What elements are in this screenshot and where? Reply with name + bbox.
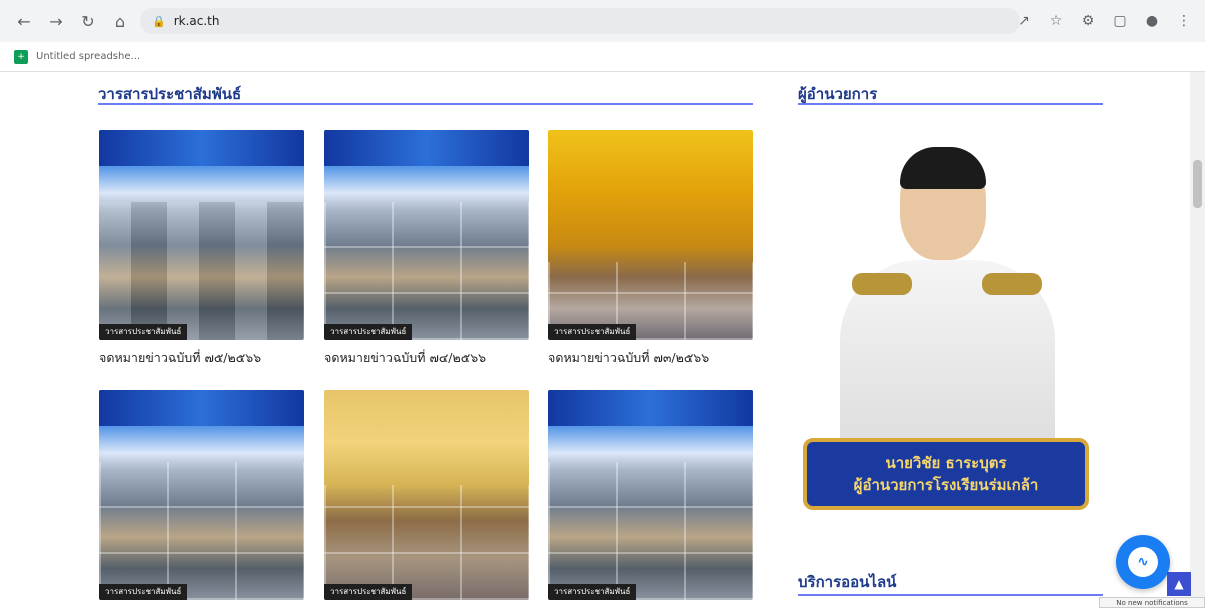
epaulet-right	[982, 273, 1042, 295]
news-card[interactable]: วารสารประชาสัมพันธ์ จดหมายข่าวฉบับที่ ๗๕…	[99, 130, 304, 368]
thumb-banner	[324, 130, 529, 166]
bookmarks-bar: + Untitled spreadshe...	[0, 42, 1205, 72]
thumb-photos	[548, 462, 753, 600]
home-icon[interactable]: ⌂	[106, 7, 134, 35]
thumb-banner	[99, 390, 304, 426]
director-name: นายวิชัย ธาระบุตร	[885, 454, 1007, 472]
profile-icon[interactable]: ●	[1139, 8, 1165, 34]
news-card[interactable]: วารสารประชาสัมพันธ์ จดหมายข่าวฉบับที่ ๗๔…	[324, 130, 529, 368]
category-badge: วารสารประชาสัมพันธ์	[324, 324, 413, 340]
news-thumbnail[interactable]: วารสารประชาสัมพันธ์	[548, 390, 753, 600]
director-position: ผู้อำนวยการโรงเรียนร่มเกล้า	[853, 476, 1039, 494]
news-card[interactable]: วารสารประชาสัมพันธ์	[324, 390, 529, 600]
messenger-chat-button[interactable]: ∿	[1116, 535, 1170, 589]
sidepanel-icon[interactable]: ▢	[1107, 8, 1133, 34]
address-bar[interactable]: 🔒 rk.ac.th	[140, 8, 1020, 34]
star-icon[interactable]: ☆	[1043, 8, 1069, 34]
thumb-photos	[99, 462, 304, 600]
director-nameplate: นายวิชัย ธาระบุตร ผู้อำนวยการโรงเรียนร่ม…	[803, 438, 1089, 510]
news-thumbnail[interactable]: วารสารประชาสัมพันธ์	[99, 390, 304, 600]
portrait-hair	[900, 147, 986, 189]
messenger-icon: ∿	[1128, 547, 1158, 577]
news-underline	[98, 103, 753, 105]
forward-icon[interactable]: →	[42, 7, 70, 35]
news-caption[interactable]: จดหมายข่าวฉบับที่ ๗๔/๒๕๖๖	[324, 348, 529, 368]
news-thumbnail[interactable]: วารสารประชาสัมพันธ์	[548, 130, 753, 340]
page-scrollbar[interactable]	[1190, 72, 1205, 608]
news-caption[interactable]: จดหมายข่าวฉบับที่ ๗๓/๒๕๖๖	[548, 348, 753, 368]
category-badge: วารสารประชาสัมพันธ์	[548, 324, 637, 340]
thumb-banner	[548, 390, 753, 426]
lock-icon: 🔒	[152, 14, 166, 28]
share-icon[interactable]: ↗	[1011, 8, 1037, 34]
news-card[interactable]: วารสารประชาสัมพันธ์	[99, 390, 304, 600]
page-content: วารสารประชาสัมพันธ์ ผู้อำนวยการ วารสารปร…	[0, 72, 1190, 608]
thumb-photos	[324, 485, 529, 600]
extensions-icon[interactable]: ⚙	[1075, 8, 1101, 34]
reload-icon[interactable]: ↻	[74, 7, 102, 35]
news-thumbnail[interactable]: วารสารประชาสัมพันธ์	[324, 130, 529, 340]
director-portrait: นายวิชัย ธาระบุตร ผู้อำนวยการโรงเรียนร่ม…	[800, 145, 1092, 515]
category-badge: วารสารประชาสัมพันธ์	[548, 584, 637, 600]
news-thumbnail[interactable]: วารสารประชาสัมพันธ์	[324, 390, 529, 600]
url-text: rk.ac.th	[173, 14, 220, 28]
menu-icon[interactable]: ⋮	[1171, 8, 1197, 34]
epaulet-left	[852, 273, 912, 295]
director-underline	[798, 103, 1103, 105]
online-services-underline	[798, 594, 1103, 596]
category-badge: วารสารประชาสัมพันธ์	[99, 324, 188, 340]
browser-toolbar: ← → ↻ ⌂ 🔒 rk.ac.th ↗ ☆ ⚙ ▢ ● ⋮	[0, 0, 1205, 42]
scroll-to-top-button[interactable]: ▲	[1167, 572, 1191, 596]
bookmark-item[interactable]: Untitled spreadshe...	[36, 51, 140, 62]
thumb-banner	[99, 130, 304, 166]
online-services-heading: บริการออนไลน์	[798, 573, 897, 591]
scrollbar-thumb[interactable]	[1193, 160, 1202, 208]
category-badge: วารสารประชาสัมพันธ์	[324, 584, 413, 600]
sheets-icon: +	[14, 49, 28, 64]
back-icon[interactable]: ←	[10, 7, 38, 35]
thumb-photos	[324, 202, 529, 340]
news-thumbnail[interactable]: วารสารประชาสัมพันธ์	[99, 130, 304, 340]
thumb-photos	[99, 202, 304, 340]
news-card[interactable]: วารสารประชาสัมพันธ์	[548, 390, 753, 600]
news-caption[interactable]: จดหมายข่าวฉบับที่ ๗๕/๒๕๖๖	[99, 348, 304, 368]
category-badge: วารสารประชาสัมพันธ์	[99, 584, 188, 600]
notification-tooltip: No new notifications	[1099, 597, 1205, 608]
news-card[interactable]: วารสารประชาสัมพันธ์ จดหมายข่าวฉบับที่ ๗๓…	[548, 130, 753, 368]
